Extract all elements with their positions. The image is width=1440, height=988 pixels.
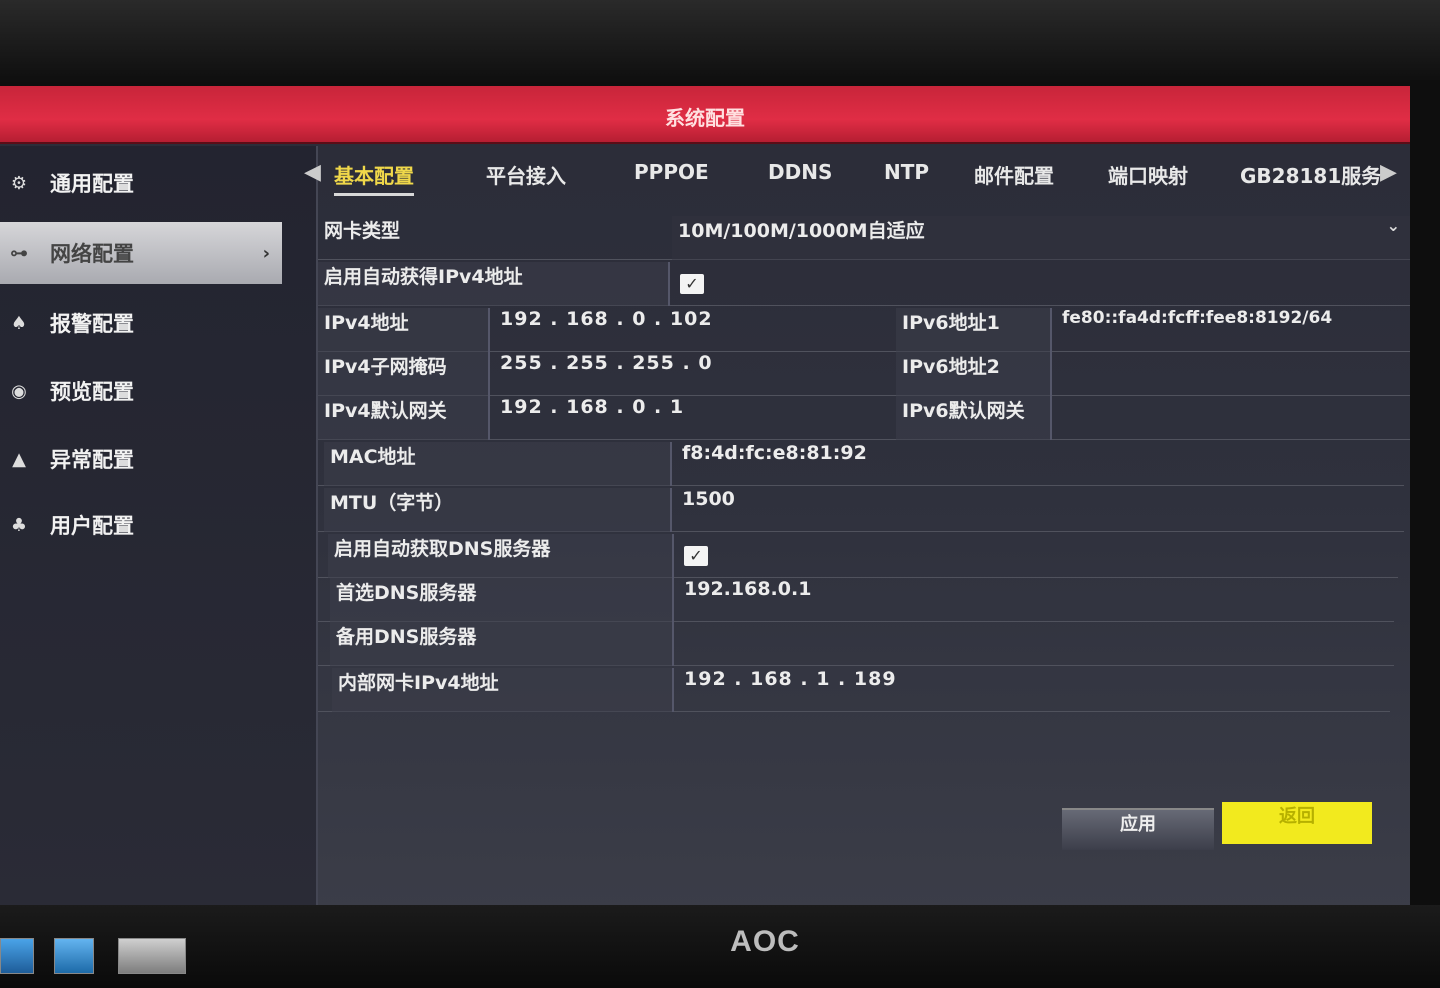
sidebar-item-label: 异常配置 — [50, 448, 134, 472]
users-icon: ♣ — [10, 514, 28, 536]
alarm-icon: ♠ — [10, 312, 28, 334]
internal-nic-row: 内部网卡IPv4地址 192 . 168 . 1 . 189 — [318, 668, 1390, 712]
ipv4-address-row: IPv4地址 192 . 168 . 0 . 102 IPv6地址1 fe80:… — [318, 308, 1410, 352]
primary-dns-label: 首选DNS服务器 — [330, 578, 674, 622]
ipv4-gateway-input[interactable]: 192 . 168 . 0 . 1 — [494, 396, 892, 440]
auto-dns-checkbox[interactable]: ✓ — [684, 546, 708, 566]
ipv6-gateway-label: IPv6默认网关 — [896, 396, 1052, 440]
sidebar-item-alarm[interactable]: ♠ 报警配置 — [0, 292, 282, 354]
sidebar-item-label: 报警配置 — [50, 312, 134, 336]
sidebar-item-preview[interactable]: ◉ 预览配置 — [0, 360, 282, 422]
secondary-dns-label: 备用DNS服务器 — [330, 622, 674, 666]
monitor-brand-logo: AOC — [730, 925, 800, 958]
mac-row: MAC地址 f8:4d:fc:e8:81:92 — [318, 442, 1404, 486]
internal-nic-label: 内部网卡IPv4地址 — [332, 668, 674, 712]
screen: 系统配置 ⚙ 通用配置 ⊶ 网络配置 › ♠ 报警配置 ◉ 预览配置 ▲ 异常配… — [0, 86, 1410, 912]
chevron-right-icon[interactable]: ▶ — [1380, 160, 1397, 185]
auto-dns-label: 启用自动获取DNS服务器 — [328, 534, 674, 578]
chevron-down-icon: ⌄ — [1386, 216, 1400, 235]
tab-platform[interactable]: 平台接入 — [486, 160, 566, 189]
ipv6-address2-label: IPv6地址2 — [896, 352, 1052, 396]
sidebar-item-users[interactable]: ♣ 用户配置 — [0, 494, 282, 556]
tab-pppoe[interactable]: PPPOE — [634, 160, 709, 184]
mac-value: f8:4d:fc:e8:81:92 — [682, 442, 867, 464]
apply-button[interactable]: 应用 — [1062, 808, 1214, 850]
ipv4-mask-label: IPv4子网掩码 — [318, 352, 490, 396]
auto-dns-row: 启用自动获取DNS服务器 ✓ — [318, 534, 1398, 578]
dhcp-row: 启用自动获得IPv4地址 ✓ — [318, 262, 1410, 306]
sidebar-header-general[interactable]: ⚙ 通用配置 — [0, 152, 282, 214]
back-button[interactable]: 返回 — [1222, 802, 1372, 844]
sidebar: ⚙ 通用配置 ⊶ 网络配置 › ♠ 报警配置 ◉ 预览配置 ▲ 异常配置 ♣ 用… — [0, 146, 318, 912]
sidebar-item-exception[interactable]: ▲ 异常配置 — [0, 428, 282, 490]
secondary-dns-row: 备用DNS服务器 — [318, 622, 1394, 666]
secondary-dns-input[interactable] — [678, 622, 1394, 666]
ipv4-address-label: IPv4地址 — [318, 308, 490, 352]
mtu-row: MTU（字节） 1500 — [318, 488, 1404, 532]
sidebar-item-network[interactable]: ⊶ 网络配置 › — [0, 222, 282, 284]
internal-nic-input[interactable]: 192 . 168 . 1 . 189 — [678, 668, 1390, 712]
window-title: 系统配置 — [665, 106, 745, 130]
primary-dns-input[interactable]: 192.168.0.1 — [678, 578, 1394, 622]
monitor-bezel-right — [1410, 80, 1440, 920]
tab-bar: ◀ 基本配置 平台接入 PPPOE DDNS NTP 邮件配置 端口映射 GB2… — [300, 150, 1410, 202]
tab-ntp[interactable]: NTP — [884, 160, 929, 184]
tab-port-mapping[interactable]: 端口映射 — [1108, 160, 1188, 189]
mtu-label: MTU（字节） — [324, 488, 672, 532]
sidebar-header-label: 通用配置 — [50, 172, 134, 196]
mac-label: MAC地址 — [324, 442, 672, 486]
warning-icon: ▲ — [12, 448, 26, 470]
gear-icon: ⚙ — [10, 172, 28, 194]
sidebar-item-label: 网络配置 — [50, 242, 134, 266]
taskbar-app-icon[interactable] — [54, 938, 94, 974]
ipv4-gateway-label: IPv4默认网关 — [318, 396, 490, 440]
ipv6-address2-value — [1056, 352, 1410, 396]
dhcp-checkbox-cell: ✓ — [674, 262, 1074, 306]
tab-gb28181[interactable]: GB28181服务 — [1240, 160, 1381, 189]
mtu-input[interactable]: 1500 — [676, 488, 1404, 532]
title-bar: 系统配置 — [0, 86, 1410, 144]
ipv4-address-input[interactable]: 192 . 168 . 0 . 102 — [494, 308, 892, 352]
auto-dns-checkbox-cell: ✓ — [678, 534, 1078, 578]
eye-icon: ◉ — [11, 380, 27, 402]
tab-basic[interactable]: 基本配置 — [334, 160, 414, 196]
ipv6-address1-label: IPv6地址1 — [896, 308, 1052, 352]
taskbar-app-icon[interactable] — [118, 938, 186, 974]
tab-email[interactable]: 邮件配置 — [974, 160, 1054, 189]
nic-type-row: 网卡类型 10M/100M/1000M自适应 ⌄ — [318, 216, 1410, 260]
nic-type-select[interactable]: 10M/100M/1000M自适应 ⌄ — [672, 216, 1410, 260]
ipv6-gateway-value — [1056, 396, 1410, 440]
sidebar-item-label: 预览配置 — [50, 380, 134, 404]
ipv6-address1-value: fe80::fa4d:fcff:fee8:8192/64 — [1062, 308, 1333, 328]
network-icon: ⊶ — [10, 242, 28, 264]
ipv4-mask-row: IPv4子网掩码 255 . 255 . 255 . 0 IPv6地址2 — [318, 352, 1410, 396]
taskbar-app-icon[interactable] — [0, 938, 34, 974]
ipv4-gateway-row: IPv4默认网关 192 . 168 . 0 . 1 IPv6默认网关 — [318, 396, 1410, 440]
primary-dns-row: 首选DNS服务器 192.168.0.1 — [318, 578, 1394, 622]
nic-type-label: 网卡类型 — [324, 220, 401, 242]
dhcp-label: 启用自动获得IPv4地址 — [318, 262, 670, 306]
ipv4-mask-input[interactable]: 255 . 255 . 255 . 0 — [494, 352, 892, 396]
chevron-right-icon: › — [262, 242, 270, 264]
dhcp-checkbox[interactable]: ✓ — [680, 274, 704, 294]
nic-type-value: 10M/100M/1000M自适应 — [678, 220, 925, 242]
tab-ddns[interactable]: DDNS — [768, 160, 832, 184]
chevron-left-icon[interactable]: ◀ — [304, 160, 321, 185]
sidebar-item-label: 用户配置 — [50, 514, 134, 538]
monitor-bezel-top — [0, 0, 1440, 90]
